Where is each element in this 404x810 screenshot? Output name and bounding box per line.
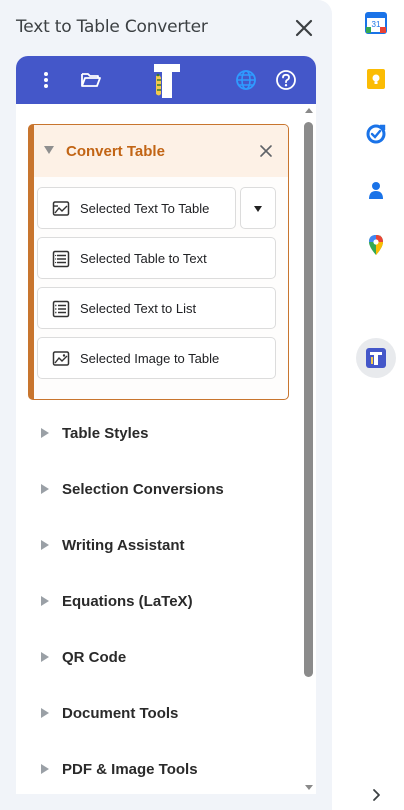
expand-triangle-icon xyxy=(41,708,49,718)
dropdown-arrow-icon xyxy=(254,206,262,212)
section-label: Table Styles xyxy=(62,425,149,442)
help-circle-icon xyxy=(276,70,296,90)
expand-triangle-icon xyxy=(41,540,49,550)
section-document-tools[interactable]: Document Tools xyxy=(16,693,302,733)
maps-app-button[interactable] xyxy=(362,231,390,259)
tasks-app-button[interactable] xyxy=(362,120,390,148)
convert-table-close-button[interactable] xyxy=(256,141,276,161)
close-panel-button[interactable] xyxy=(292,16,316,40)
addon-side-panel: Text to Table Converter Convert Table Se… xyxy=(0,0,332,810)
section-label: Selection Conversions xyxy=(62,481,224,498)
text-to-table-options-dropdown[interactable] xyxy=(240,187,276,229)
section-selection-conversions[interactable]: Selection Conversions xyxy=(16,469,302,509)
addon-content: Convert Table Selected Text To Table Sel… xyxy=(16,104,316,794)
section-equations-latex[interactable]: Equations (LaTeX) xyxy=(16,581,302,621)
text-to-list-icon xyxy=(52,300,70,318)
expand-triangle-icon xyxy=(41,596,49,606)
section-writing-assistant[interactable]: Writing Assistant xyxy=(16,525,302,565)
calendar-app-button[interactable]: 31 xyxy=(362,9,390,37)
table-to-text-icon xyxy=(52,250,70,268)
selected-text-to-list-button[interactable]: Selected Text to List xyxy=(37,287,276,329)
section-pdf-image-tools[interactable]: PDF & Image Tools xyxy=(16,749,302,789)
expand-triangle-icon xyxy=(41,652,49,662)
expand-rail-button[interactable] xyxy=(368,787,384,803)
addon-logo xyxy=(151,60,185,100)
scroll-up-arrow-icon[interactable] xyxy=(305,108,313,113)
addon-toolbar xyxy=(16,56,316,104)
tasks-icon xyxy=(366,124,386,144)
chevron-right-icon xyxy=(373,789,380,801)
selected-image-to-table-button[interactable]: Selected Image to Table xyxy=(37,337,276,379)
scrollbar-thumb[interactable] xyxy=(304,122,313,677)
scroll-down-arrow-icon[interactable] xyxy=(305,785,313,790)
text-to-table-icon xyxy=(52,201,70,216)
action-label: Selected Text to List xyxy=(80,301,197,316)
section-table-styles[interactable]: Table Styles xyxy=(16,413,302,453)
contacts-app-button[interactable] xyxy=(362,176,390,204)
section-qr-code[interactable]: QR Code xyxy=(16,637,302,677)
panel-title: Text to Table Converter xyxy=(16,17,208,37)
convert-table-title: Convert Table xyxy=(66,143,165,160)
text-table-logo-icon xyxy=(154,64,180,98)
selected-table-to-text-button[interactable]: Selected Table to Text xyxy=(37,237,276,279)
content-scrollbar[interactable] xyxy=(302,104,316,794)
section-label: QR Code xyxy=(62,649,127,666)
language-button[interactable] xyxy=(232,66,260,94)
calendar-icon: 31 xyxy=(365,12,387,34)
close-icon xyxy=(260,145,272,157)
action-label: Selected Text To Table xyxy=(80,201,210,216)
calendar-day-label: 31 xyxy=(372,20,381,29)
globe-icon xyxy=(236,70,256,90)
image-to-table-icon xyxy=(52,351,70,366)
contacts-icon xyxy=(369,182,383,199)
section-label: Document Tools xyxy=(62,705,179,722)
convert-table-section: Convert Table Selected Text To Table Sel… xyxy=(28,124,289,400)
help-button[interactable] xyxy=(272,66,300,94)
section-label: Equations (LaTeX) xyxy=(62,593,193,610)
close-icon xyxy=(295,19,313,37)
open-file-button[interactable] xyxy=(77,66,105,94)
section-label: Writing Assistant xyxy=(62,537,185,554)
folder-open-icon xyxy=(81,73,101,87)
action-label: Selected Table to Text xyxy=(80,251,207,266)
keep-app-button[interactable] xyxy=(362,65,390,93)
expand-triangle-icon xyxy=(41,428,49,438)
more-menu-button[interactable] xyxy=(32,66,60,94)
more-vert-icon xyxy=(44,72,48,88)
convert-table-header[interactable]: Convert Table xyxy=(34,125,288,177)
collapse-triangle-icon xyxy=(44,146,54,154)
keep-icon xyxy=(367,69,385,89)
expand-triangle-icon xyxy=(41,764,49,774)
action-label: Selected Image to Table xyxy=(80,351,220,366)
maps-icon xyxy=(369,235,383,255)
text-to-table-addon-icon xyxy=(366,348,386,368)
expand-triangle-icon xyxy=(41,484,49,494)
section-label: PDF & Image Tools xyxy=(62,761,198,778)
selected-text-to-table-button[interactable]: Selected Text To Table xyxy=(37,187,236,229)
text-to-table-addon-button[interactable] xyxy=(362,344,390,372)
